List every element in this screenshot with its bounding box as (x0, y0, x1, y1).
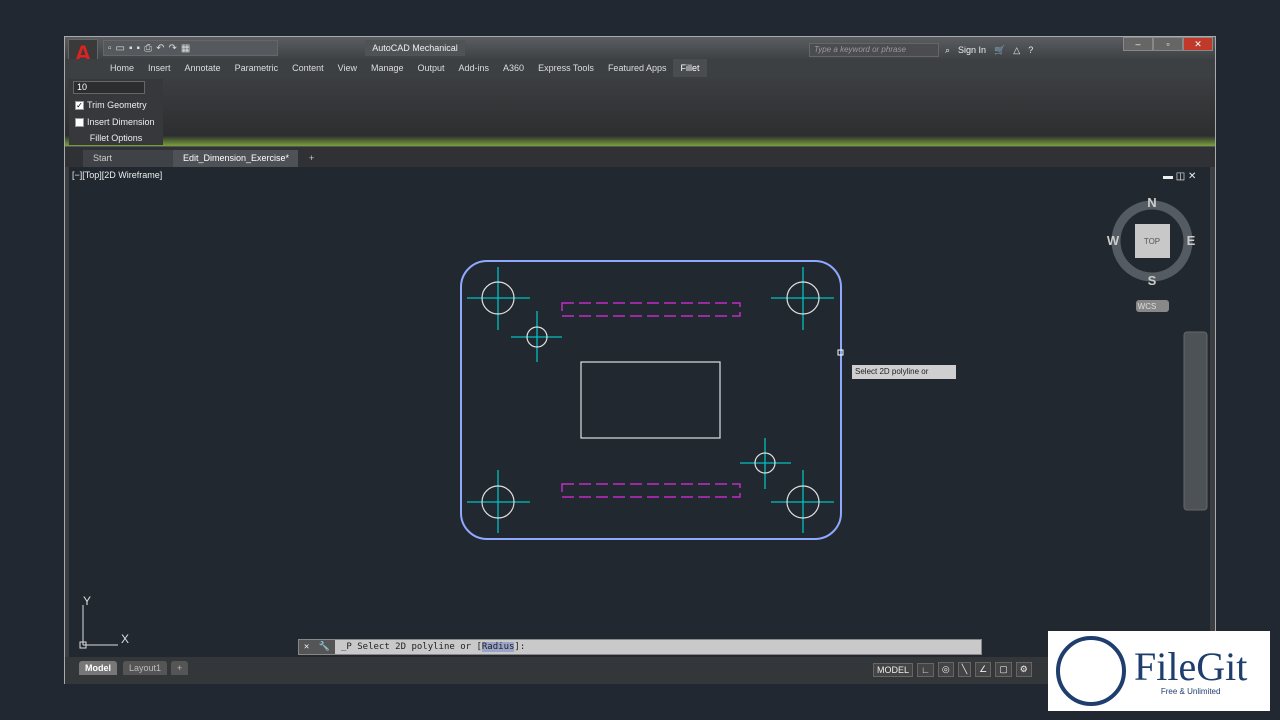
hidden-slot-bottom (561, 483, 741, 498)
navigation-bar[interactable] (1183, 331, 1208, 511)
command-prompt: _P Select 2D polyline or [Radius]: (341, 640, 525, 654)
svg-text:N: N (1147, 195, 1156, 210)
hidden-slot-top (561, 302, 741, 317)
command-line-buttons: ✕ 🔧 (299, 640, 335, 654)
filegit-watermark: FileGit Free & Unlimited (1048, 631, 1270, 711)
ucs-icon (79, 605, 118, 649)
svg-text:E: E (1187, 233, 1196, 248)
command-tooltip: Select 2D polyline or (852, 365, 956, 379)
prompt-suffix: ]: (514, 642, 526, 652)
center-cutout (580, 361, 721, 439)
ucs-x-label: X (121, 632, 129, 646)
drawing: X Y TOP N S W E WCS (79, 195, 1208, 649)
prompt-text: _P Select 2D polyline or [ (341, 642, 482, 652)
radius-option[interactable]: Radius (481, 642, 515, 652)
wrench-icon[interactable]: 🔧 (319, 640, 330, 654)
centerlines (467, 267, 834, 533)
svg-text:WCS: WCS (1138, 302, 1157, 311)
svg-text:W: W (1107, 233, 1120, 248)
svg-text:TOP: TOP (1144, 237, 1160, 246)
close-icon[interactable]: ✕ (304, 640, 309, 654)
svg-text:S: S (1148, 273, 1157, 288)
ucs-y-label: Y (83, 594, 91, 608)
viewcube[interactable]: TOP N S W E WCS (1107, 195, 1196, 312)
filegit-logo-icon (1056, 636, 1126, 706)
command-line[interactable]: ✕ 🔧 _P Select 2D polyline or [Radius]: (298, 639, 982, 655)
watermark-name: FileGit (1134, 643, 1248, 689)
